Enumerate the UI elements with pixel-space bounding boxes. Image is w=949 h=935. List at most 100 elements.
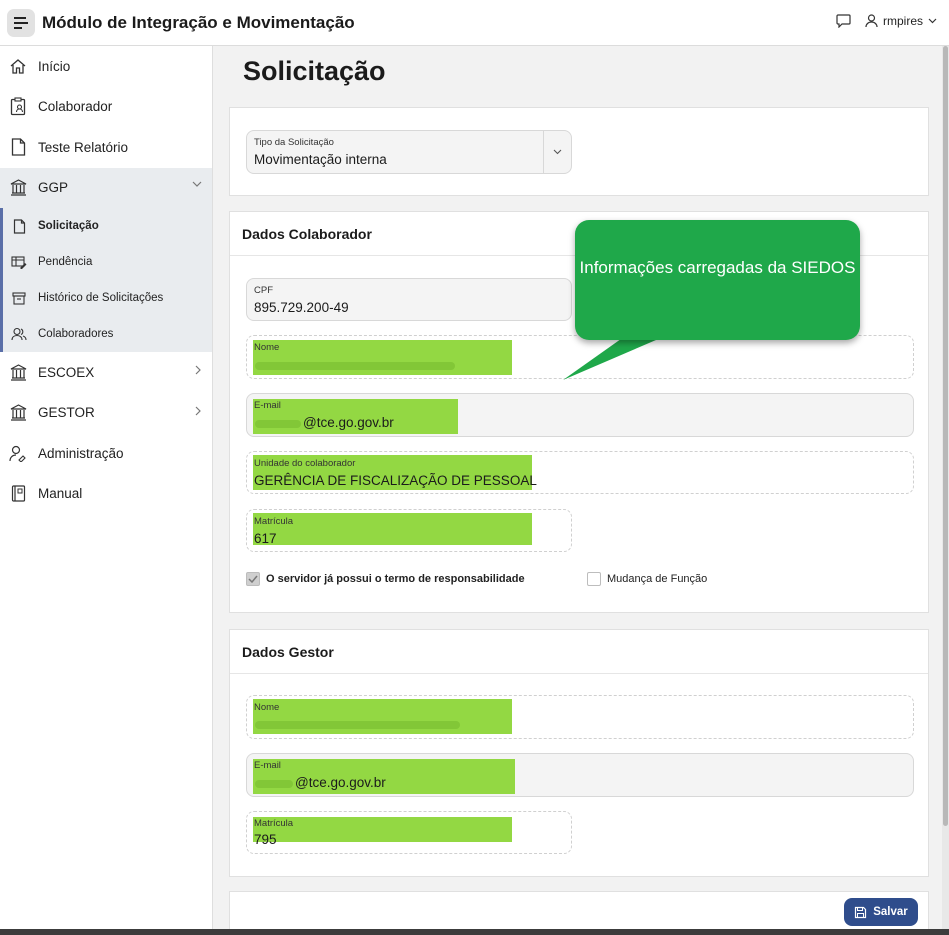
- colab-nome-label: Nome: [254, 342, 280, 353]
- sidebar-item-inicio[interactable]: Início: [0, 46, 212, 87]
- unidade-label: Unidade do colaborador: [254, 458, 356, 469]
- document-icon: [10, 217, 28, 235]
- gestor-matricula-value: 795: [254, 832, 277, 847]
- sidebar-item-label: ESCOEX: [38, 364, 95, 380]
- redacted-text: [255, 420, 301, 428]
- highlight-overlay: [253, 513, 532, 545]
- callout-text: Informações carregadas da SIEDOS: [579, 258, 856, 277]
- sidebar-item-label: GGP: [38, 180, 69, 196]
- sidebar-subitem-label: Histórico de Solicitações: [38, 292, 164, 304]
- colab-email-label: E-mail: [254, 400, 281, 411]
- sidebar-subitem-label: Solicitação: [38, 220, 99, 232]
- ggp-submenu: Solicitação Pendência Histórico de Solic…: [0, 208, 212, 352]
- sidebar-item-label: Colaborador: [38, 99, 113, 115]
- main-content: Solicitação Tipo da Solicitação Moviment…: [214, 46, 949, 935]
- tipo-label: Tipo da Solicitação: [254, 137, 334, 148]
- user-menu[interactable]: rmpires: [865, 14, 937, 28]
- chevron-right-icon: [195, 406, 201, 415]
- user-icon: [865, 14, 878, 28]
- page-title: Solicitação: [243, 56, 386, 86]
- sidebar-subitem-label: Pendência: [38, 256, 93, 268]
- sidebar-item-administracao[interactable]: Administração: [0, 433, 212, 474]
- app-title: Módulo de Integração e Movimentação: [42, 12, 355, 32]
- users-icon: [10, 325, 28, 343]
- mudanca-label: Mudança de Função: [607, 573, 708, 585]
- sidebar: Início Colaborador Teste Relatório GGP S…: [0, 46, 213, 935]
- tipo-select[interactable]: Tipo da Solicitação Movimentação interna: [246, 130, 572, 174]
- chat-icon[interactable]: [836, 14, 851, 28]
- unidade-field[interactable]: Unidade do colaborador GERÊNCIA DE FISCA…: [246, 451, 914, 494]
- sidebar-item-solicitacao[interactable]: Solicitação: [3, 208, 212, 244]
- colab-nome-field[interactable]: Nome: [246, 335, 914, 379]
- sidebar-item-ggp[interactable]: GGP: [0, 167, 212, 208]
- gestor-nome-label: Nome: [254, 702, 280, 713]
- unidade-value: GERÊNCIA DE FISCALIZAÇÃO DE PESSOAL: [254, 473, 537, 488]
- redacted-text: [255, 362, 455, 370]
- taskbar-edge: [0, 929, 949, 935]
- archive-icon: [10, 289, 28, 307]
- save-label: Salvar: [873, 906, 908, 918]
- top-bar: Módulo de Integração e Movimentação rmpi…: [0, 0, 949, 46]
- clipboard-user-icon: [8, 97, 28, 117]
- sidebar-item-gestor[interactable]: GESTOR: [0, 393, 212, 434]
- bank-icon: [8, 403, 28, 423]
- cpf-value: 895.729.200-49: [254, 300, 349, 315]
- checkbox-empty-icon: [587, 572, 601, 586]
- sidebar-item-colaborador[interactable]: Colaborador: [0, 87, 212, 128]
- termo-label: O servidor já possui o termo de responsa…: [266, 573, 525, 585]
- book-icon: [8, 484, 28, 504]
- sidebar-item-label: Teste Relatório: [38, 139, 129, 155]
- sidebar-subitem-label: Colaboradores: [38, 328, 114, 340]
- sidebar-item-escoex[interactable]: ESCOEX: [0, 352, 212, 393]
- colab-matricula-value: 617: [254, 531, 277, 546]
- chevron-down-icon: [553, 149, 562, 155]
- sidebar-item-teste-relatorio[interactable]: Teste Relatório: [0, 127, 212, 168]
- chevron-right-icon: [195, 365, 201, 375]
- colab-email-value: @tce.go.gov.br: [303, 415, 394, 430]
- user-settings-icon: [8, 443, 28, 463]
- user-name: rmpires: [882, 14, 923, 28]
- checkbox-checked-icon: [246, 572, 260, 586]
- chevron-down-icon: [192, 181, 202, 187]
- bank-icon: [8, 362, 28, 382]
- colab-email-field[interactable]: E-mail @tce.go.gov.br: [246, 393, 914, 437]
- chevron-down-icon: [928, 18, 937, 24]
- home-icon: [8, 56, 28, 76]
- gestor-heading: Dados Gestor: [230, 630, 928, 674]
- document-icon: [8, 137, 28, 157]
- gestor-email-field[interactable]: E-mail @tce.go.gov.br: [246, 753, 914, 797]
- menu-toggle-button[interactable]: [7, 8, 35, 37]
- sidebar-item-manual[interactable]: Manual: [0, 474, 212, 515]
- scrollbar-thumb[interactable]: [943, 46, 948, 826]
- sidebar-item-colaboradores[interactable]: Colaboradores: [3, 316, 212, 352]
- gestor-nome-field[interactable]: Nome: [246, 695, 914, 739]
- gestor-email-label: E-mail: [254, 760, 281, 771]
- bank-icon: [8, 178, 28, 198]
- mudanca-funcao-checkbox[interactable]: Mudança de Função: [587, 572, 707, 586]
- table-edit-icon: [10, 253, 28, 271]
- sidebar-item-label: GESTOR: [38, 405, 95, 421]
- redacted-text: [255, 721, 460, 729]
- gestor-matricula-label: Matrícula: [254, 818, 294, 829]
- tipo-card: Tipo da Solicitação Movimentação interna: [229, 107, 929, 196]
- gestor-card: Dados Gestor Nome E-mail @tce.go.gov.br …: [229, 629, 929, 877]
- redacted-text: [255, 780, 293, 788]
- sidebar-item-label: Início: [38, 58, 71, 74]
- colab-matricula-field[interactable]: Matrícula 617: [246, 509, 572, 552]
- sidebar-item-pendencia[interactable]: Pendência: [3, 244, 212, 280]
- cpf-label: CPF: [254, 285, 273, 296]
- gestor-matricula-field[interactable]: Matrícula 795: [246, 811, 572, 854]
- save-icon: [855, 906, 867, 918]
- sidebar-item-label: Manual: [38, 486, 83, 502]
- tipo-value: Movimentação interna: [254, 152, 387, 167]
- scrollbar[interactable]: [942, 46, 949, 935]
- sidebar-item-label: Administração: [38, 445, 124, 461]
- cpf-field[interactable]: CPF 895.729.200-49: [246, 278, 572, 321]
- callout-annotation: Informações carregadas da SIEDOS: [575, 220, 860, 340]
- termo-checkbox[interactable]: O servidor já possui o termo de responsa…: [246, 572, 525, 586]
- gestor-email-value: @tce.go.gov.br: [295, 775, 386, 790]
- sidebar-item-historico[interactable]: Histórico de Solicitações: [3, 280, 212, 316]
- hamburger-icon: [14, 16, 28, 29]
- tipo-dropdown-button[interactable]: [543, 131, 571, 173]
- save-button[interactable]: Salvar: [844, 898, 918, 926]
